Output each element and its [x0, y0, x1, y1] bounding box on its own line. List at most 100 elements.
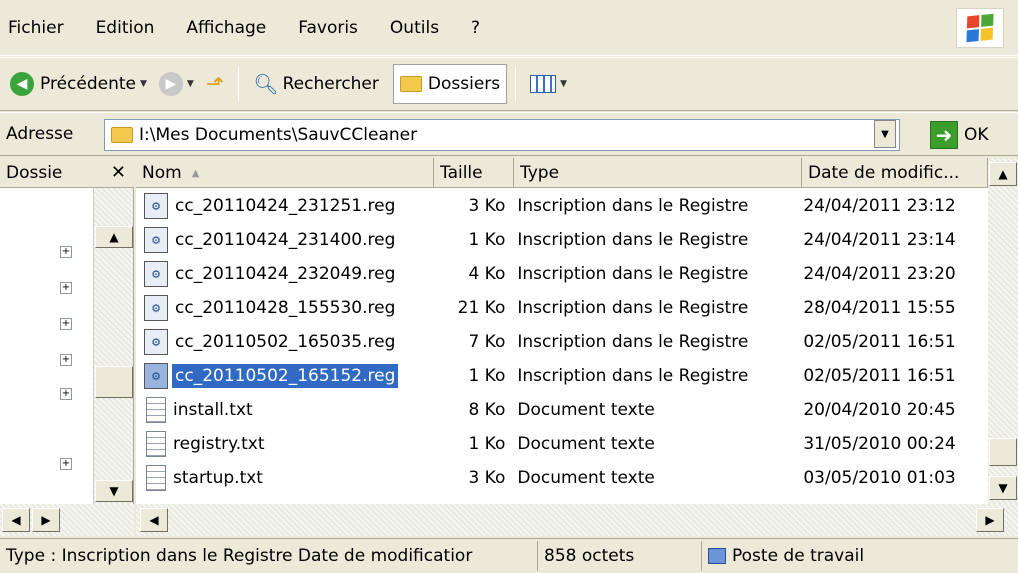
- views-button[interactable]: ▼: [524, 64, 573, 104]
- file-size: 1 Ko: [468, 366, 506, 386]
- toolbar-divider: [515, 67, 517, 101]
- search-label: Rechercher: [282, 74, 379, 94]
- file-name: cc_20110424_231251.reg: [175, 196, 396, 216]
- file-size: 1 Ko: [468, 230, 506, 250]
- file-size: 3 Ko: [468, 196, 506, 216]
- registry-file-icon: ⚙: [144, 363, 168, 389]
- scroll-right-button[interactable]: ▶: [32, 508, 60, 532]
- column-header-name[interactable]: Nom ▲: [136, 158, 434, 188]
- chevron-down-icon: ▼: [881, 128, 889, 140]
- menu-help[interactable]: ?: [455, 0, 496, 56]
- table-row[interactable]: startup.txt 3 Ko Document texte 03/05/20…: [136, 461, 986, 495]
- menu-fichier[interactable]: Fichier: [0, 0, 80, 56]
- chevron-down-icon[interactable]: ▼: [187, 79, 194, 89]
- go-button[interactable]: ➜: [930, 121, 958, 149]
- scroll-up-button[interactable]: ▲: [95, 226, 133, 248]
- file-list-horizontal-scrollbar[interactable]: ◀ ▶: [136, 504, 1018, 536]
- scroll-right-button[interactable]: ▶: [976, 508, 1004, 532]
- table-row-selected[interactable]: ⚙ cc_20110502_165152.reg 1 Ko Inscription…: [136, 359, 986, 393]
- scroll-left-button[interactable]: ◀: [2, 508, 30, 532]
- table-row[interactable]: ⚙ cc_20110502_165035.reg 7 Ko Inscription…: [136, 325, 986, 359]
- status-location: Poste de travail: [702, 541, 1016, 571]
- views-grid-icon: [530, 75, 557, 93]
- search-button[interactable]: 🔍︎ Rechercher: [247, 64, 385, 104]
- table-row[interactable]: install.txt 8 Ko Document texte 20/04/20…: [136, 393, 986, 427]
- file-date: 31/05/2010 00:24: [803, 434, 956, 454]
- registry-file-icon: ⚙: [144, 193, 168, 219]
- registry-file-icon: ⚙: [144, 295, 168, 321]
- file-list-vertical-scrollbar[interactable]: ▲ ▼: [988, 158, 1018, 504]
- registry-file-icon: ⚙: [144, 329, 168, 355]
- scroll-up-button[interactable]: ▲: [989, 162, 1017, 186]
- file-name: cc_20110424_231400.reg: [175, 230, 396, 250]
- tree-expand-icon[interactable]: +: [60, 318, 72, 330]
- file-size: 3 Ko: [468, 468, 506, 488]
- scroll-down-button[interactable]: ▼: [95, 480, 133, 502]
- folders-button[interactable]: Dossiers: [392, 64, 508, 104]
- text-file-icon: [146, 397, 166, 423]
- file-type: Document texte: [517, 468, 655, 488]
- address-dropdown-button[interactable]: ▼: [874, 120, 896, 148]
- menu-favoris[interactable]: Favoris: [282, 0, 374, 56]
- column-header-type[interactable]: Type: [514, 158, 802, 188]
- file-name: install.txt: [173, 400, 253, 420]
- column-size-label: Taille: [440, 163, 483, 183]
- column-type-label: Type: [520, 163, 560, 183]
- menu-edition[interactable]: Edition: [80, 0, 171, 56]
- folder-icon: [111, 127, 133, 143]
- file-size: 21 Ko: [457, 298, 506, 318]
- forward-arrow-icon: ▶: [158, 72, 183, 96]
- table-row[interactable]: ⚙ cc_20110424_231400.reg 1 Ko Inscription…: [136, 223, 986, 257]
- file-date: 02/05/2011 16:51: [803, 366, 956, 386]
- back-button[interactable]: ◀ Précédente ▼: [4, 64, 153, 104]
- scroll-down-button[interactable]: ▼: [989, 476, 1017, 500]
- status-bar: Type : Inscription dans le Registre Date…: [0, 538, 1018, 573]
- tree-expand-icon[interactable]: +: [60, 246, 72, 258]
- folders-horizontal-scrollbar[interactable]: ◀ ▶: [0, 504, 134, 536]
- scroll-left-button[interactable]: ◀: [140, 508, 168, 532]
- folders-vertical-scrollbar[interactable]: ▲ ▼: [93, 188, 133, 504]
- menu-outils[interactable]: Outils: [374, 0, 455, 56]
- file-name: cc_20110424_232049.reg: [175, 264, 396, 284]
- tree-expand-icon[interactable]: +: [60, 282, 72, 294]
- forward-button[interactable]: ▶ ▼: [153, 64, 200, 104]
- table-row[interactable]: ⚙ cc_20110428_155530.reg 21 Ko Inscriptio…: [136, 291, 986, 325]
- up-folder-button[interactable]: ⬏: [200, 64, 230, 104]
- file-name: cc_20110502_165152.reg: [172, 364, 399, 388]
- close-icon[interactable]: ✕: [111, 162, 126, 183]
- folders-label: Dossiers: [427, 74, 501, 94]
- file-type: Inscription dans le Registre: [517, 230, 749, 250]
- sort-ascending-icon: ▲: [191, 167, 200, 179]
- table-row[interactable]: ⚙ cc_20110424_232049.reg 4 Ko Inscription…: [136, 257, 986, 291]
- address-input[interactable]: I:\Mes Documents\SauvCCleaner: [104, 119, 900, 151]
- chevron-down-icon[interactable]: ▼: [140, 79, 147, 89]
- tree-expand-icon[interactable]: +: [60, 388, 72, 400]
- table-row[interactable]: registry.txt 1 Ko Document texte 31/05/2…: [136, 427, 986, 461]
- status-location-label: Poste de travail: [732, 546, 865, 566]
- file-date: 03/05/2010 01:03: [803, 468, 956, 488]
- file-date: 24/04/2011 23:14: [803, 230, 956, 250]
- scrollbar-thumb[interactable]: [95, 366, 133, 398]
- back-label: Précédente: [40, 74, 136, 94]
- file-type: Inscription dans le Registre: [517, 264, 749, 284]
- column-header-date[interactable]: Date de modific...: [802, 158, 988, 188]
- file-type: Document texte: [517, 400, 655, 420]
- file-list-pane: Nom ▲ Taille Type Date de modific... ⚙ cc…: [136, 158, 1018, 536]
- file-size: 8 Ko: [468, 400, 506, 420]
- menu-bar: Fichier Edition Affichage Favoris Outils…: [0, 0, 1018, 56]
- file-type: Inscription dans le Registre: [517, 332, 749, 352]
- table-row[interactable]: ⚙ cc_20110424_231251.reg 3 Ko Inscription…: [136, 189, 986, 223]
- file-date: 20/04/2010 20:45: [803, 400, 956, 420]
- scrollbar-thumb[interactable]: [989, 438, 1017, 466]
- tree-expand-icon[interactable]: +: [60, 354, 72, 366]
- tree-expand-icon[interactable]: +: [60, 458, 72, 470]
- menu-affichage[interactable]: Affichage: [170, 0, 282, 56]
- search-icon: 🔍︎: [253, 72, 279, 96]
- file-type: Inscription dans le Registre: [517, 196, 749, 216]
- file-list: ⚙ cc_20110424_231251.reg 3 Ko Inscription…: [136, 189, 986, 495]
- folders-pane-title: Dossie: [6, 162, 63, 183]
- folder-icon: [399, 76, 422, 92]
- column-header-size[interactable]: Taille: [434, 158, 514, 188]
- go-label[interactable]: OK: [964, 125, 989, 145]
- computer-icon: [708, 548, 726, 564]
